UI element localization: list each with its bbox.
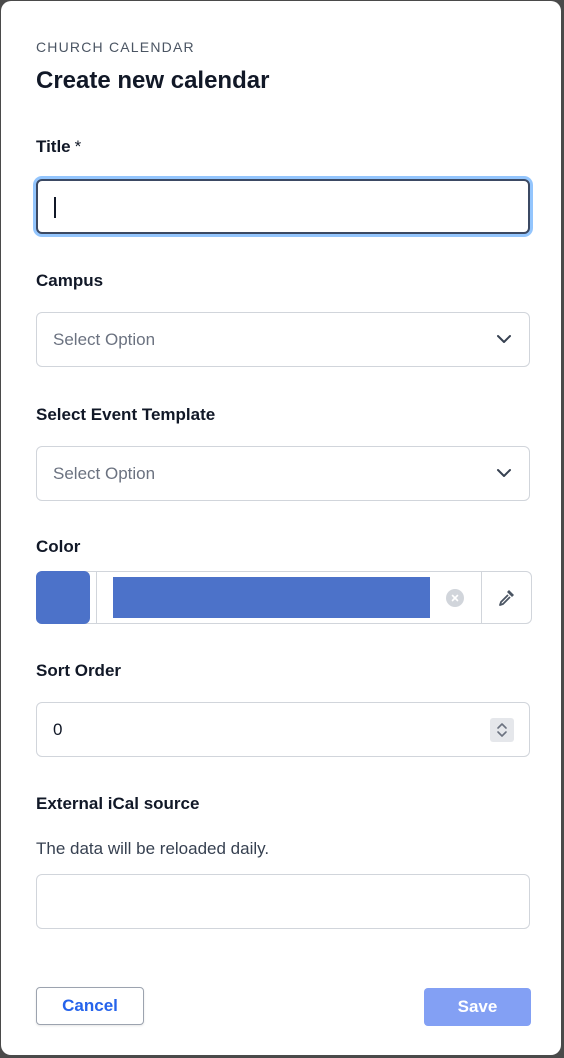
chevron-down-icon	[497, 335, 511, 343]
event-template-select[interactable]: Select Option	[36, 446, 530, 501]
ical-helper-text: The data will be reloaded daily.	[36, 839, 270, 858]
required-mark: *	[74, 137, 82, 156]
sort-order-input[interactable]: 0	[36, 702, 530, 757]
close-icon	[451, 594, 459, 602]
title-label: Title *	[36, 137, 81, 157]
color-picker-field	[36, 571, 532, 624]
campus-select-placeholder: Select Option	[53, 330, 156, 349]
create-calendar-dialog: CHURCH CALENDAR Create new calendar Titl…	[1, 1, 561, 1055]
color-label: Color	[36, 537, 81, 556]
ical-label: External iCal source	[36, 794, 200, 813]
color-swatch[interactable]	[36, 571, 90, 624]
dialog-overline: CHURCH CALENDAR	[36, 39, 195, 55]
divider	[96, 572, 97, 623]
cancel-button[interactable]: Cancel	[36, 987, 144, 1025]
stepper-icon[interactable]	[490, 718, 514, 742]
ical-source-input[interactable]	[36, 874, 530, 929]
title-label-text: Title	[36, 137, 71, 156]
campus-select[interactable]: Select Option	[36, 312, 530, 367]
campus-label: Campus	[36, 271, 104, 290]
divider	[481, 572, 482, 623]
eyedropper-icon[interactable]	[493, 585, 519, 611]
title-input[interactable]	[36, 179, 530, 234]
sort-order-value: 0	[53, 720, 63, 739]
sort-order-label: Sort Order	[36, 661, 122, 680]
clear-circle-icon[interactable]	[446, 589, 464, 607]
dialog-title: Create new calendar	[36, 67, 270, 94]
color-value-input[interactable]	[113, 577, 430, 618]
chevron-down-icon	[497, 469, 511, 477]
text-caret	[54, 197, 56, 218]
save-button[interactable]: Save	[424, 988, 531, 1026]
event-template-select-placeholder: Select Option	[53, 464, 156, 483]
event-template-label: Select Event Template	[36, 405, 216, 424]
